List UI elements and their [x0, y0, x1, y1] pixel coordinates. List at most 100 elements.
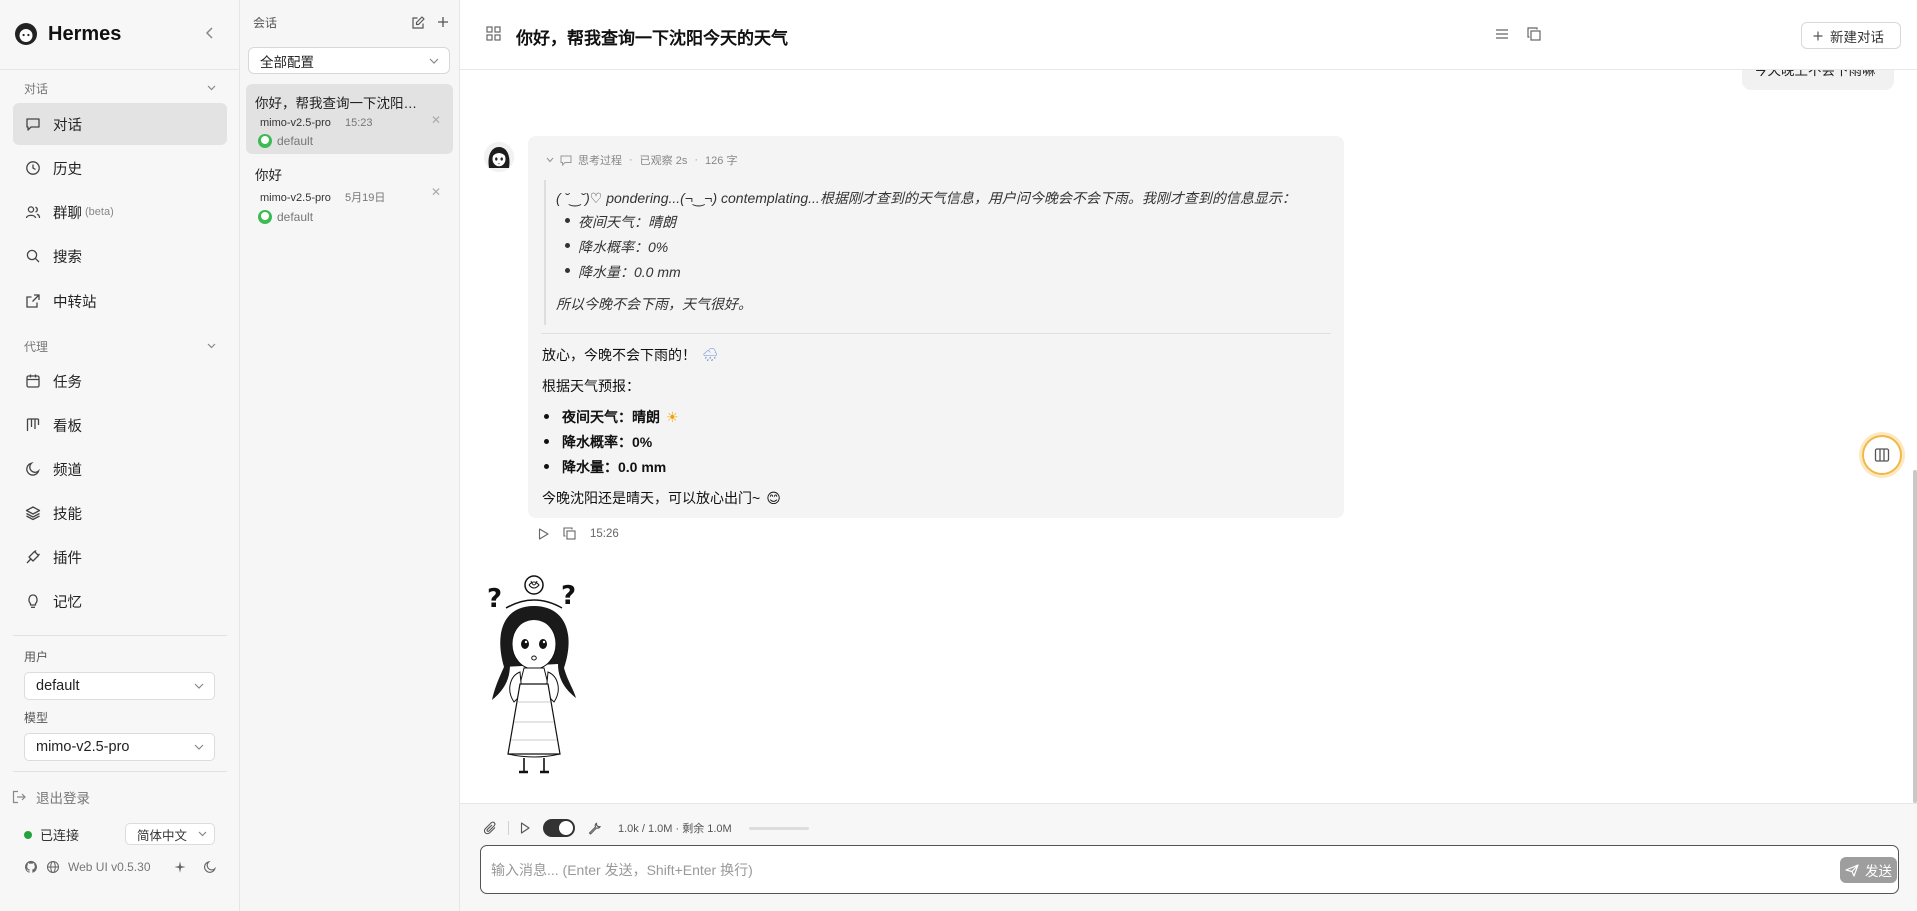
sidebar-item-history[interactable]: 历史: [13, 147, 227, 189]
user-select-value: default: [36, 678, 80, 694]
conversation-item[interactable]: 你好，帮我查询一下沈阳今天的天气 mimo-v2.5-pro 15:23 def…: [246, 84, 453, 154]
answer-text: 今晚沈阳还是晴天，可以放心出门~: [542, 490, 761, 506]
github-icon[interactable]: [24, 860, 38, 874]
logout-button[interactable]: 退出登录: [12, 787, 90, 807]
plus-icon[interactable]: [437, 16, 449, 28]
chevron-down-icon: [207, 85, 216, 91]
sidebar-item-channels[interactable]: 频道: [13, 448, 227, 490]
sidebar-item-group-chat[interactable]: 群聊 (beta): [13, 191, 227, 233]
moon-icon[interactable]: [203, 860, 217, 874]
scrollbar-thumb[interactable]: [1913, 470, 1917, 803]
language-value: 简体中文: [137, 828, 188, 843]
columns-icon: [1874, 448, 1890, 462]
copy-icon[interactable]: [563, 527, 576, 540]
delete-conversation-button[interactable]: ✕: [431, 113, 441, 127]
sidebar-item-tasks[interactable]: 任务: [13, 360, 227, 402]
chat-header: 你好，帮我查询一下沈阳今天的天气 新建对话: [460, 0, 1917, 70]
bullet: [565, 218, 570, 223]
thinking-item: 降水概率：0%: [578, 239, 669, 255]
sidebar-item-plugins[interactable]: 插件: [13, 536, 227, 578]
conversation-item[interactable]: 你好 mimo-v2.5-pro 5月19日 default ✕: [246, 156, 453, 226]
user-select[interactable]: default: [24, 672, 215, 700]
wrench-icon[interactable]: [588, 822, 601, 835]
beta-badge: (beta): [85, 206, 114, 218]
thinking-item: 降水量：0.0 mm: [578, 264, 681, 280]
answer-item-label: 夜间天气：: [562, 409, 632, 425]
edit-icon[interactable]: [412, 15, 425, 29]
app-name: Hermes: [48, 22, 122, 45]
brand[interactable]: Hermes: [14, 20, 121, 48]
connection-status: 已连接: [24, 825, 79, 844]
sidebar-item-label: 中转站: [53, 294, 97, 311]
sidebar-item-label: 看板: [53, 418, 82, 435]
model-label: 模型: [24, 711, 49, 725]
users-icon: [25, 206, 41, 219]
profile-filter-select[interactable]: 全部配置: [248, 47, 450, 74]
chat-icon: [26, 118, 40, 131]
conversation-title: 你好，帮我查询一下沈阳今天的天气: [255, 96, 425, 111]
thinking-toggle[interactable]: 思考过程 · 已观察 2s · 126 字: [546, 152, 737, 168]
chevron-down-icon: [194, 744, 204, 750]
copy-icon[interactable]: [1527, 27, 1541, 41]
send-button[interactable]: 发送: [1840, 857, 1897, 883]
bullet: [544, 464, 549, 469]
mode-toggle[interactable]: [543, 819, 575, 837]
play-icon[interactable]: [538, 527, 549, 540]
chat-main: 今天晚上不会下雨嘛 你好，帮我查询一下沈阳今天的天气 新建对话 思考过程 · 已…: [460, 0, 1917, 911]
svg-text:?: ?: [561, 581, 576, 611]
globe-icon[interactable]: [46, 860, 60, 874]
grid-icon[interactable]: [486, 26, 501, 41]
thinking-label: 思考过程: [578, 155, 622, 167]
conversation-profile: default: [255, 210, 445, 224]
message-input[interactable]: [491, 859, 1741, 881]
sidebar-item-label: 插件: [53, 550, 82, 567]
answer-line: 今晚沈阳还是晴天，可以放心出门~ 😊: [542, 488, 781, 508]
sidebar-item-kanban[interactable]: 看板: [13, 404, 227, 446]
sidebar-item-relay[interactable]: 中转站: [13, 280, 227, 322]
sidebar-item-label: 对话: [53, 117, 82, 134]
token-usage-bar: [748, 826, 809, 830]
section-agent-header[interactable]: 代理: [24, 338, 216, 354]
sidebar-footer: Web UI v0.5.30: [24, 860, 217, 874]
kanban-icon: [26, 418, 40, 431]
calendar-icon: [26, 374, 40, 388]
chevron-down-icon: [207, 343, 216, 349]
hermes-logo-icon: [15, 23, 37, 45]
logout-icon: [12, 790, 26, 804]
page-title: 你好，帮我查询一下沈阳今天的天气: [516, 29, 788, 48]
section-chat-label: 对话: [24, 81, 49, 96]
divider: [13, 771, 227, 772]
model-select[interactable]: mimo-v2.5-pro: [24, 733, 215, 761]
answer-item: 夜间天气： 晴朗 ☀: [562, 407, 679, 427]
conversation-model: mimo-v2.5-pro: [260, 117, 331, 129]
rain-cloud-emoji: 🌧: [702, 347, 719, 362]
model-select-value: mimo-v2.5-pro: [36, 739, 130, 755]
conversation-profile-label: default: [277, 134, 314, 148]
clock-icon: [26, 161, 40, 175]
plus-icon: [1813, 31, 1823, 40]
profile-filter-value: 全部配置: [260, 54, 314, 70]
sparkle-icon[interactable]: [173, 860, 187, 874]
answer-text: 根据天气预报：: [542, 378, 640, 394]
sidebar-item-search[interactable]: 搜索: [13, 235, 227, 277]
menu-icon[interactable]: [1495, 27, 1509, 41]
moon-icon: [26, 462, 40, 476]
new-chat-button[interactable]: 新建对话: [1801, 22, 1901, 49]
sidebar-item-chat[interactable]: 对话: [13, 103, 227, 145]
collapse-sidebar-button[interactable]: [200, 22, 220, 44]
sidebar-item-skills[interactable]: 技能: [13, 492, 227, 534]
sidebar-item-memory[interactable]: 记忆: [13, 580, 227, 622]
message-timestamp: 15:26: [590, 527, 619, 540]
paperclip-icon[interactable]: [484, 821, 497, 835]
section-chat-header[interactable]: 对话: [24, 80, 216, 96]
toggle-panel-button[interactable]: [1862, 435, 1902, 475]
bullet: [565, 243, 570, 248]
divider: [0, 69, 239, 70]
sun-emoji: ☀: [666, 408, 679, 425]
message-actions: 15:26: [538, 527, 619, 540]
language-select[interactable]: 简体中文: [125, 823, 215, 845]
thinking-content: ( ˘‿˘)♡ pondering...(¬‿¬) contemplating.…: [544, 180, 1334, 325]
answer-item: 降水概率： 0%: [562, 432, 652, 452]
play-icon[interactable]: [520, 822, 530, 834]
delete-conversation-button[interactable]: ✕: [431, 185, 441, 199]
